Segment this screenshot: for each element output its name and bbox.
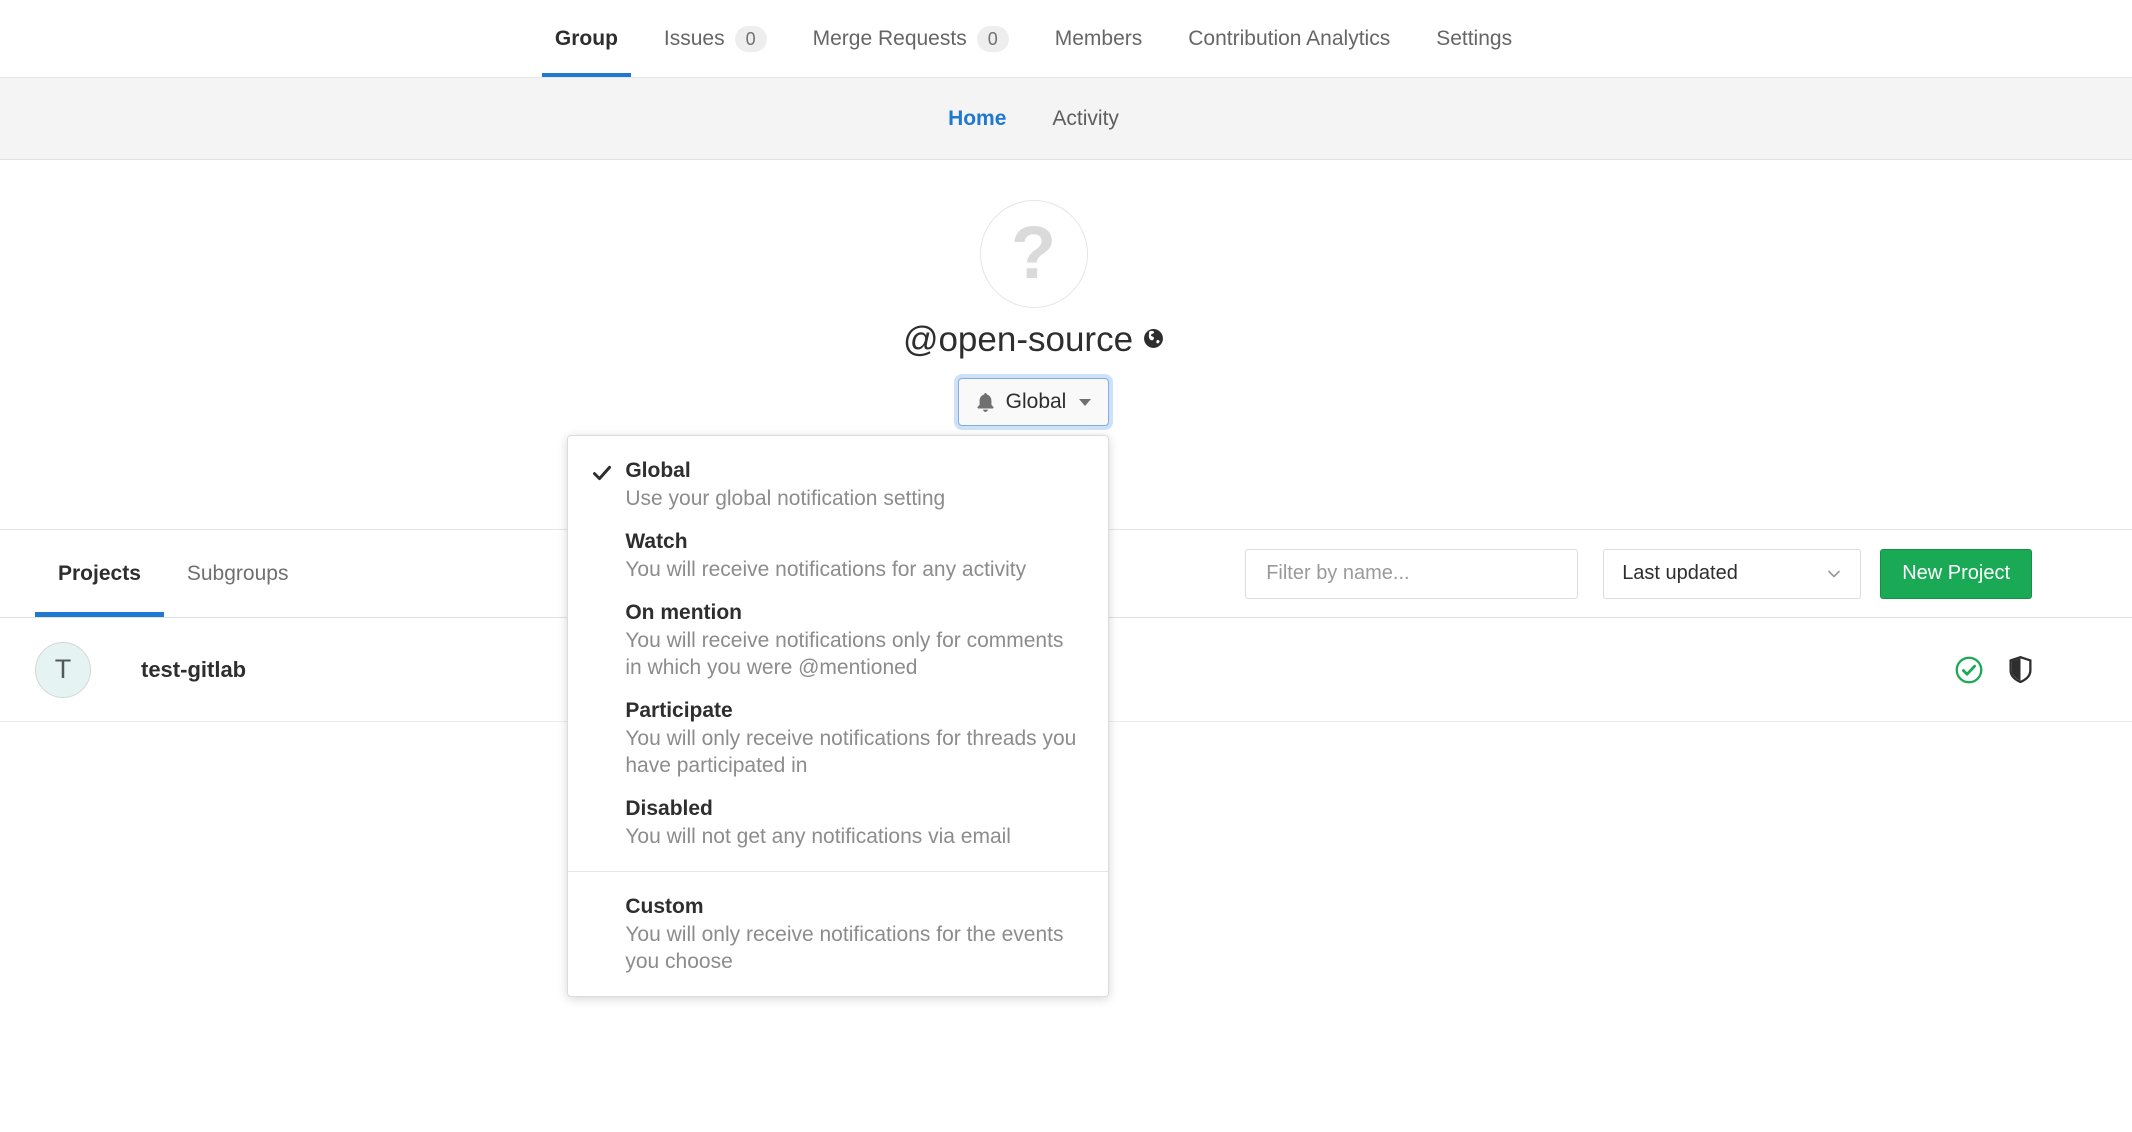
menu-item-title: Disabled: [625, 795, 1080, 823]
tab-contribution-analytics[interactable]: Contribution Analytics: [1175, 0, 1403, 77]
menu-item-title: On mention: [625, 599, 1080, 627]
tab-subgroups[interactable]: Subgroups: [164, 530, 312, 617]
tab-merge-requests[interactable]: Merge Requests 0: [800, 0, 1022, 77]
caret-down-icon: [1079, 399, 1091, 406]
sort-dropdown-value: Last updated: [1622, 562, 1738, 585]
menu-item-description: You will only receive notifications for …: [625, 725, 1080, 779]
filter-by-name-input[interactable]: [1245, 549, 1578, 599]
menu-item-description: You will not get any notifications via e…: [625, 823, 1080, 850]
notification-dropdown-menu: Global Use your global notification sett…: [567, 435, 1109, 997]
sort-dropdown[interactable]: Last updated: [1603, 549, 1861, 599]
notification-dropdown-label: Global: [1006, 390, 1067, 414]
menu-item-disabled[interactable]: Disabled You will not get any notificati…: [568, 787, 1108, 858]
project-row-icons: [1955, 656, 2032, 684]
tab-projects[interactable]: Projects: [35, 530, 164, 617]
tab-merge-requests-label: Merge Requests: [813, 27, 967, 51]
tab-settings-label: Settings: [1436, 27, 1512, 51]
check-circle-icon: [1955, 656, 1983, 684]
tab-members-label: Members: [1055, 27, 1143, 51]
menu-item-description: You will only receive notifications for …: [625, 921, 1080, 975]
tab-members[interactable]: Members: [1042, 0, 1156, 77]
menu-item-title: Watch: [625, 528, 1080, 556]
menu-item-title: Participate: [625, 697, 1080, 725]
menu-item-participate[interactable]: Participate You will only receive notifi…: [568, 689, 1108, 787]
project-avatar: T: [35, 642, 91, 698]
tab-group[interactable]: Group: [542, 0, 631, 77]
menu-item-global[interactable]: Global Use your global notification sett…: [568, 449, 1108, 520]
menu-item-title: Custom: [625, 893, 1080, 921]
projects-toolbar-controls: Last updated New Project: [1245, 549, 2032, 599]
tab-group-label: Group: [555, 27, 618, 51]
new-project-button[interactable]: New Project: [1880, 549, 2032, 599]
group-sub-nav: Home Activity: [0, 78, 2132, 160]
project-name-link[interactable]: test-gitlab: [141, 657, 246, 683]
group-title: @open-source: [35, 320, 2032, 360]
menu-item-description: Use your global notification setting: [625, 485, 1080, 512]
menu-item-title: Global: [625, 457, 1080, 485]
group-title-text: @open-source: [903, 320, 1133, 359]
group-top-nav-items: Group Issues 0 Merge Requests 0 Members …: [0, 0, 2132, 77]
shield-icon: [2009, 656, 2032, 683]
group-top-nav: Group Issues 0 Merge Requests 0 Members …: [0, 0, 2132, 78]
bell-icon: [976, 393, 995, 412]
check-icon: [592, 463, 612, 483]
notification-dropdown-button[interactable]: Global: [958, 378, 1110, 426]
menu-divider: [568, 871, 1108, 872]
menu-item-description: You will receive notifications for any a…: [625, 556, 1080, 583]
gitlab-group-page: Group Issues 0 Merge Requests 0 Members …: [0, 0, 2132, 1132]
menu-item-watch[interactable]: Watch You will receive notifications for…: [568, 520, 1108, 591]
globe-icon: [1143, 328, 1164, 349]
tab-issues-label: Issues: [664, 27, 725, 51]
tab-issues[interactable]: Issues 0: [651, 0, 780, 77]
menu-item-custom[interactable]: Custom You will only receive notificatio…: [568, 885, 1108, 983]
subnav-item-home[interactable]: Home: [925, 107, 1029, 131]
projects-tabs: Projects Subgroups: [35, 530, 311, 617]
issues-count-badge: 0: [735, 26, 767, 52]
tab-settings[interactable]: Settings: [1423, 0, 1525, 77]
group-avatar: ?: [980, 200, 1088, 308]
notification-setting-control: Global Global Use your global notificati…: [958, 378, 1110, 426]
menu-item-on-mention[interactable]: On mention You will receive notification…: [568, 591, 1108, 689]
subnav-item-activity[interactable]: Activity: [1029, 107, 1142, 131]
group-header: ? @open-source Global: [0, 200, 2132, 530]
merge-requests-count-badge: 0: [977, 26, 1009, 52]
menu-item-description: You will receive notifications only for …: [625, 627, 1080, 681]
chevron-down-icon: [1826, 566, 1842, 582]
tab-contribution-analytics-label: Contribution Analytics: [1188, 27, 1390, 51]
